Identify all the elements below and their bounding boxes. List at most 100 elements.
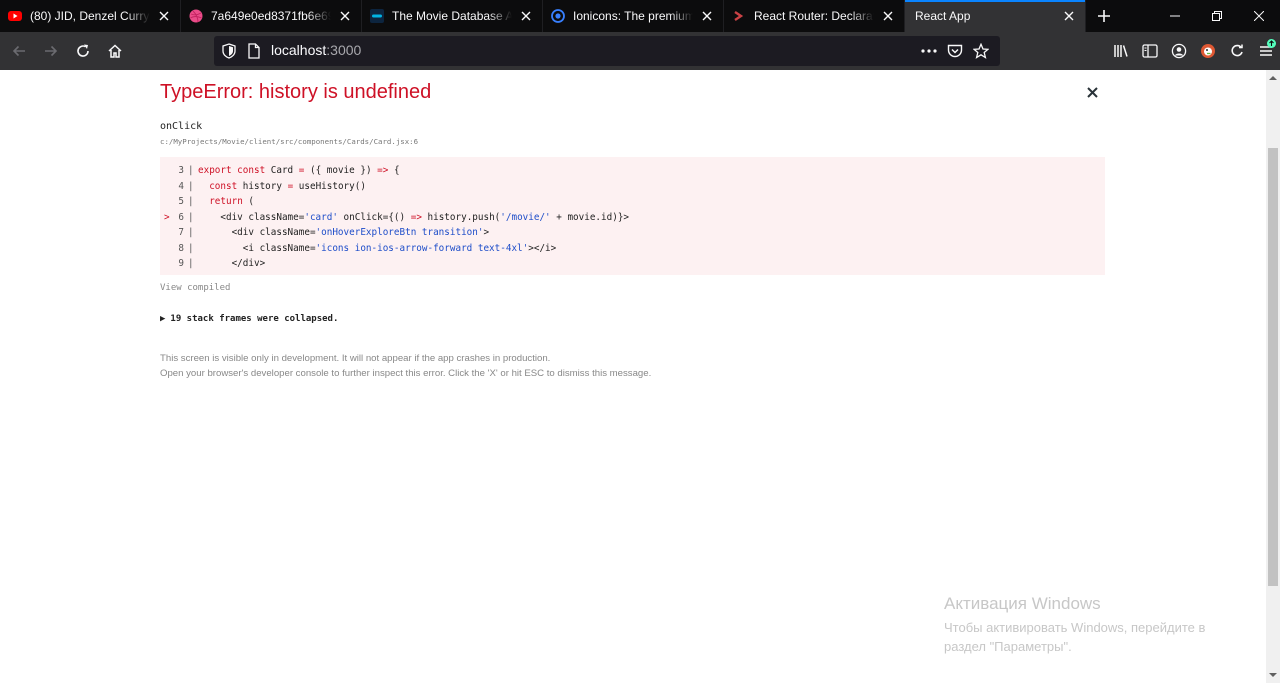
- line-number: 9: [178, 258, 184, 269]
- tab-ionicons[interactable]: Ionicons: The premium i: [543, 0, 724, 32]
- back-button[interactable]: [4, 36, 34, 66]
- watermark-text-line1: Чтобы активировать Windows, перейдите в: [944, 620, 1206, 635]
- close-tab-icon[interactable]: [156, 8, 172, 24]
- code-token: const: [209, 180, 243, 192]
- code-text: const history = useHistory(): [198, 179, 366, 195]
- stack-frame-file-link[interactable]: c:/MyProjects/Movie/client/src/component…: [160, 137, 418, 146]
- close-tab-icon[interactable]: [699, 8, 715, 24]
- code-token: <i className=: [198, 242, 316, 254]
- account-icon: [1171, 43, 1186, 59]
- code-line: >6 | <div className='card' onClick={() =>…: [160, 210, 1105, 226]
- line-number: 6: [178, 211, 184, 223]
- sidebar-icon: [1141, 44, 1158, 58]
- code-token: (: [248, 196, 254, 207]
- code-token: </div>: [198, 258, 266, 269]
- stack-frame-function: onClick: [160, 121, 203, 132]
- refresh-extension-icon: [1230, 44, 1243, 57]
- minimize-button[interactable]: [1154, 0, 1196, 32]
- code-snippet: 3 | export const Card = ({ movie }) => {4 |…: [160, 157, 1105, 275]
- bookmark-star-button[interactable]: [968, 41, 994, 61]
- reload-icon: [77, 44, 89, 57]
- tab-title: (80) JID, Denzel Curry – B: [30, 9, 150, 23]
- tab-react-router[interactable]: React Router: Declarative: [724, 0, 905, 32]
- expand-triangle-icon: ▶: [160, 314, 166, 324]
- url-host: localhost: [271, 42, 327, 58]
- view-compiled-link[interactable]: View compiled: [160, 283, 230, 293]
- reload-button[interactable]: [68, 36, 98, 66]
- star-icon: [973, 43, 989, 59]
- code-token: ({ movie }): [309, 165, 378, 176]
- tab-title: React App: [915, 9, 971, 23]
- duckduckgo-extension-button[interactable]: [1193, 36, 1222, 66]
- tracking-protection-shield-icon[interactable]: [222, 43, 236, 63]
- code-token: >: [483, 227, 490, 238]
- url-text[interactable]: localhost:3000: [271, 42, 361, 58]
- code-line: 7 | <div className='onHoverExploreBtn tra…: [160, 225, 1105, 241]
- code-text: return (: [198, 194, 254, 210]
- ionicons-icon: [551, 9, 565, 23]
- close-tab-icon[interactable]: [880, 8, 896, 24]
- page-actions-button[interactable]: [916, 41, 942, 61]
- pocket-icon: [947, 44, 963, 57]
- code-token: =>: [377, 165, 394, 176]
- code-token: <div className=: [198, 211, 305, 223]
- error-line-marker: >: [164, 211, 170, 223]
- code-text: <div className='card' onClick={() => his…: [198, 210, 629, 226]
- code-line: 5 | return (: [160, 194, 1105, 210]
- home-button[interactable]: [100, 36, 130, 66]
- tab-title: 7a649e0ed8371fb6e699c: [211, 9, 331, 23]
- scrollbar-thumb[interactable]: [1268, 148, 1278, 586]
- code-token: history.push(: [427, 211, 501, 223]
- close-icon: [1254, 11, 1264, 21]
- dev-notice-line2: Open your browser's developer console to…: [160, 368, 652, 379]
- tab-youtube[interactable]: (80) JID, Denzel Curry – B: [0, 0, 181, 32]
- line-number: 8: [178, 242, 184, 254]
- new-tab-button[interactable]: [1086, 0, 1122, 32]
- tab-dribbble[interactable]: 7a649e0ed8371fb6e699c: [181, 0, 362, 32]
- library-icon: [1113, 45, 1128, 57]
- scroll-down-arrow-icon[interactable]: [1269, 671, 1277, 679]
- code-token: export const: [198, 165, 271, 176]
- home-icon: [108, 44, 122, 58]
- code-line: 9 | </div>: [160, 256, 1105, 272]
- scroll-up-arrow-icon[interactable]: [1269, 74, 1277, 82]
- close-window-button[interactable]: [1238, 0, 1280, 32]
- navigation-toolbar: localhost:3000: [0, 32, 1280, 70]
- page-content: TypeError: history is undefined onClick …: [0, 70, 1266, 683]
- library-button[interactable]: [1106, 36, 1135, 66]
- gutter-separator: |: [188, 165, 194, 176]
- watermark-text-line2: раздел "Параметры".: [944, 639, 1072, 654]
- account-button[interactable]: [1164, 36, 1193, 66]
- address-bar[interactable]: localhost:3000: [214, 36, 1000, 66]
- vertical-scrollbar[interactable]: [1266, 70, 1280, 683]
- plus-icon: [1098, 10, 1110, 22]
- collapsed-frames-toggle[interactable]: ▶ 19 stack frames were collapsed.: [160, 314, 338, 324]
- forward-button[interactable]: [36, 36, 66, 66]
- tab-title: React Router: Declarative: [754, 9, 874, 23]
- close-tab-icon[interactable]: [1061, 8, 1077, 24]
- sync-extension-button[interactable]: [1222, 36, 1251, 66]
- open-menu-button[interactable]: [1251, 36, 1280, 66]
- page-info-icon[interactable]: [248, 43, 260, 63]
- tab-tmdb[interactable]: The Movie Database API: [362, 0, 543, 32]
- code-token: {: [393, 165, 400, 176]
- restore-button[interactable]: [1196, 0, 1238, 32]
- toolbar-right: [1106, 32, 1280, 70]
- close-tab-icon[interactable]: [518, 8, 534, 24]
- url-port: :3000: [326, 42, 362, 58]
- react-router-icon: [732, 9, 746, 23]
- sidebar-button[interactable]: [1135, 36, 1164, 66]
- gutter-separator: |: [188, 180, 194, 192]
- code-token: onClick={(): [337, 211, 411, 223]
- line-number: 3: [178, 165, 184, 176]
- tab-react-app[interactable]: React App: [905, 0, 1086, 32]
- tmdb-icon: [370, 9, 384, 23]
- pocket-button[interactable]: [942, 41, 968, 61]
- gutter-separator: |: [188, 227, 194, 238]
- code-text: <i className='icons ion-ios-arrow-forwar…: [198, 241, 556, 257]
- code-token: + movie.id)}>: [550, 211, 630, 223]
- dismiss-error-button[interactable]: [1084, 84, 1100, 100]
- code-line: 4 | const history = useHistory(): [160, 179, 1105, 195]
- close-tab-icon[interactable]: [337, 8, 353, 24]
